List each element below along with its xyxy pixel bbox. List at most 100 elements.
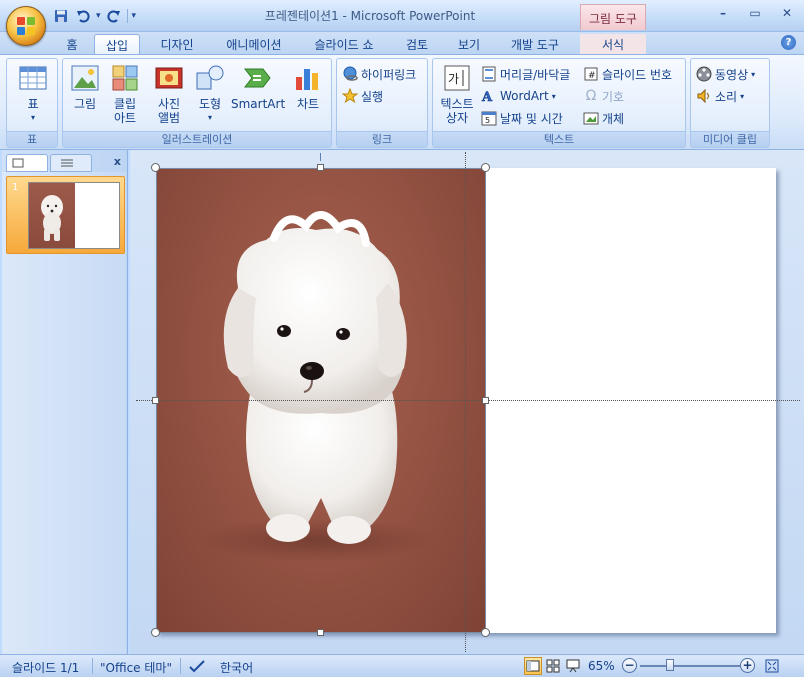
- ribbon-tab-row: 홈 삽입 디자인 애니메이션 슬라이드 쇼 검토 보기 개발 도구 서식: [0, 32, 804, 54]
- action-button[interactable]: 실행: [341, 87, 383, 105]
- header-footer-button[interactable]: 머리글/바닥글: [481, 65, 570, 83]
- save-icon[interactable]: [52, 7, 70, 25]
- hyperlink-button[interactable]: 하이퍼링크: [342, 65, 416, 83]
- minimize-icon[interactable]: –: [714, 6, 732, 22]
- smartart-button[interactable]: SmartArt: [231, 63, 285, 111]
- textbox-label-1: 텍스트: [440, 97, 474, 111]
- action-star-icon: [341, 87, 359, 104]
- speaker-icon: [696, 88, 712, 104]
- tab-format[interactable]: 서식: [580, 34, 646, 54]
- undo-dropdown-icon[interactable]: ▾: [96, 11, 101, 21]
- textbox-label-2: 상자: [445, 111, 469, 125]
- wordart-dropdown-icon: ▾: [551, 91, 556, 101]
- symbol-label: 기호: [602, 89, 625, 104]
- wordart-button[interactable]: A WordArt ▾: [481, 87, 556, 105]
- undo-icon[interactable]: [74, 7, 92, 25]
- resize-handle-bottom-left[interactable]: [151, 628, 160, 637]
- clipart-label-2: 아트: [113, 111, 137, 125]
- status-bar: 슬라이드 1/1 "Office 테마" 한국어 65% − +: [0, 654, 804, 677]
- qat-separator: [126, 9, 128, 23]
- group-table: 표 ▾ 표: [6, 58, 58, 148]
- slideshow-view-icon[interactable]: [564, 657, 582, 675]
- zoom-in-icon[interactable]: +: [740, 658, 755, 673]
- photo-album-label-2: 앨범: [157, 111, 181, 125]
- object-button[interactable]: 개체: [583, 109, 624, 127]
- resize-handle-top-left[interactable]: [151, 163, 160, 172]
- smartart-icon: [243, 63, 273, 93]
- shapes-button[interactable]: 도형 ▾: [193, 63, 227, 125]
- tab-view[interactable]: 보기: [448, 34, 490, 54]
- slide-thumbnail-canvas: [28, 182, 120, 249]
- movie-button[interactable]: 동영상 ▾: [696, 65, 755, 83]
- vertical-guide[interactable]: [465, 152, 466, 652]
- shapes-label: 도형: [198, 97, 222, 111]
- zoom-out-icon[interactable]: −: [622, 658, 637, 673]
- slide-thumbnail-1[interactable]: 1: [6, 176, 125, 254]
- picture-label: 그림: [73, 97, 97, 111]
- status-separator: [180, 658, 181, 674]
- tab-slides-view[interactable]: [6, 154, 48, 172]
- normal-view-icon[interactable]: [524, 657, 542, 675]
- slide-number-label: 슬라이드 번호: [602, 67, 673, 82]
- close-icon[interactable]: ✕: [778, 6, 796, 22]
- redo-icon[interactable]: [105, 7, 123, 25]
- calendar-icon: 5: [481, 110, 497, 126]
- zoom-slider-thumb[interactable]: [666, 659, 674, 671]
- chart-label: 차트: [296, 97, 320, 111]
- table-label: 표: [27, 97, 39, 111]
- zoom-slider-track[interactable]: [640, 665, 740, 667]
- tab-outline-view[interactable]: [50, 154, 92, 172]
- sound-label: 소리: [715, 89, 738, 104]
- slides-pane: x 1: [2, 150, 128, 654]
- hyperlink-label: 하이퍼링크: [361, 67, 417, 82]
- picture-tools-header: 그림 도구: [580, 4, 646, 30]
- group-table-label: 표: [7, 131, 57, 147]
- pane-close-icon[interactable]: x: [114, 155, 121, 168]
- datetime-button[interactable]: 5 날짜 및 시간: [481, 109, 563, 127]
- svg-text:가: 가: [448, 72, 459, 86]
- resize-handle-bottom-right[interactable]: [481, 628, 490, 637]
- svg-text:A: A: [481, 90, 493, 104]
- fit-to-window-icon[interactable]: [764, 658, 780, 677]
- textbox-button[interactable]: 가 텍스트 상자: [437, 63, 477, 125]
- resize-handle-top-right[interactable]: [481, 163, 490, 172]
- photo-album-button[interactable]: 사진 앨범: [149, 63, 189, 125]
- group-illustrations-label: 일러스트레이션: [63, 131, 331, 147]
- table-button[interactable]: 표 ▾: [13, 63, 53, 125]
- zoom-level[interactable]: 65%: [588, 659, 615, 673]
- status-language[interactable]: 한국어: [220, 659, 253, 676]
- group-illustrations: 그림 클립 아트 사진 앨범 도형 ▾ SmartArt 차트 일러스트레이션: [62, 58, 332, 148]
- clipart-button[interactable]: 클립 아트: [107, 63, 143, 125]
- tab-animation[interactable]: 애니메이션: [214, 34, 294, 54]
- clipart-label-1: 클립: [113, 97, 137, 111]
- resize-handle-right[interactable]: [482, 397, 489, 404]
- wordart-label: WordArt: [500, 89, 549, 103]
- symbol-button[interactable]: Ω 기호: [583, 87, 624, 105]
- customize-qat-icon[interactable]: ▾: [132, 11, 137, 21]
- office-button[interactable]: [6, 6, 46, 46]
- picture-button[interactable]: 그림: [67, 63, 103, 111]
- window-title: 프레젠테이션1 - Microsoft PowerPoint: [264, 9, 476, 23]
- group-links: 하이퍼링크 실행 링크: [336, 58, 428, 148]
- tab-design[interactable]: 디자인: [150, 34, 204, 54]
- tab-review[interactable]: 검토: [396, 34, 438, 54]
- spelling-check-icon[interactable]: [188, 659, 206, 676]
- maximize-icon[interactable]: ▭: [746, 6, 764, 22]
- tab-insert[interactable]: 삽입: [94, 34, 140, 54]
- slide-sorter-view-icon[interactable]: [544, 657, 562, 675]
- resize-handle-top[interactable]: [317, 164, 324, 171]
- horizontal-guide[interactable]: [136, 400, 800, 401]
- chart-button[interactable]: 차트: [289, 63, 327, 111]
- tab-slideshow[interactable]: 슬라이드 쇼: [302, 34, 386, 54]
- picture-icon: [70, 63, 100, 93]
- smartart-label: SmartArt: [231, 97, 286, 111]
- office-logo-icon: [17, 17, 35, 35]
- slide-number-button[interactable]: # 슬라이드 번호: [583, 65, 672, 83]
- sound-button[interactable]: 소리 ▾: [696, 87, 744, 105]
- tab-developer[interactable]: 개발 도구: [500, 34, 570, 54]
- resize-handle-bottom[interactable]: [317, 629, 324, 636]
- window-controls: – ▭ ✕: [714, 6, 796, 22]
- tab-home[interactable]: 홈: [58, 34, 86, 54]
- resize-handle-left[interactable]: [152, 397, 159, 404]
- help-icon[interactable]: ?: [781, 35, 796, 50]
